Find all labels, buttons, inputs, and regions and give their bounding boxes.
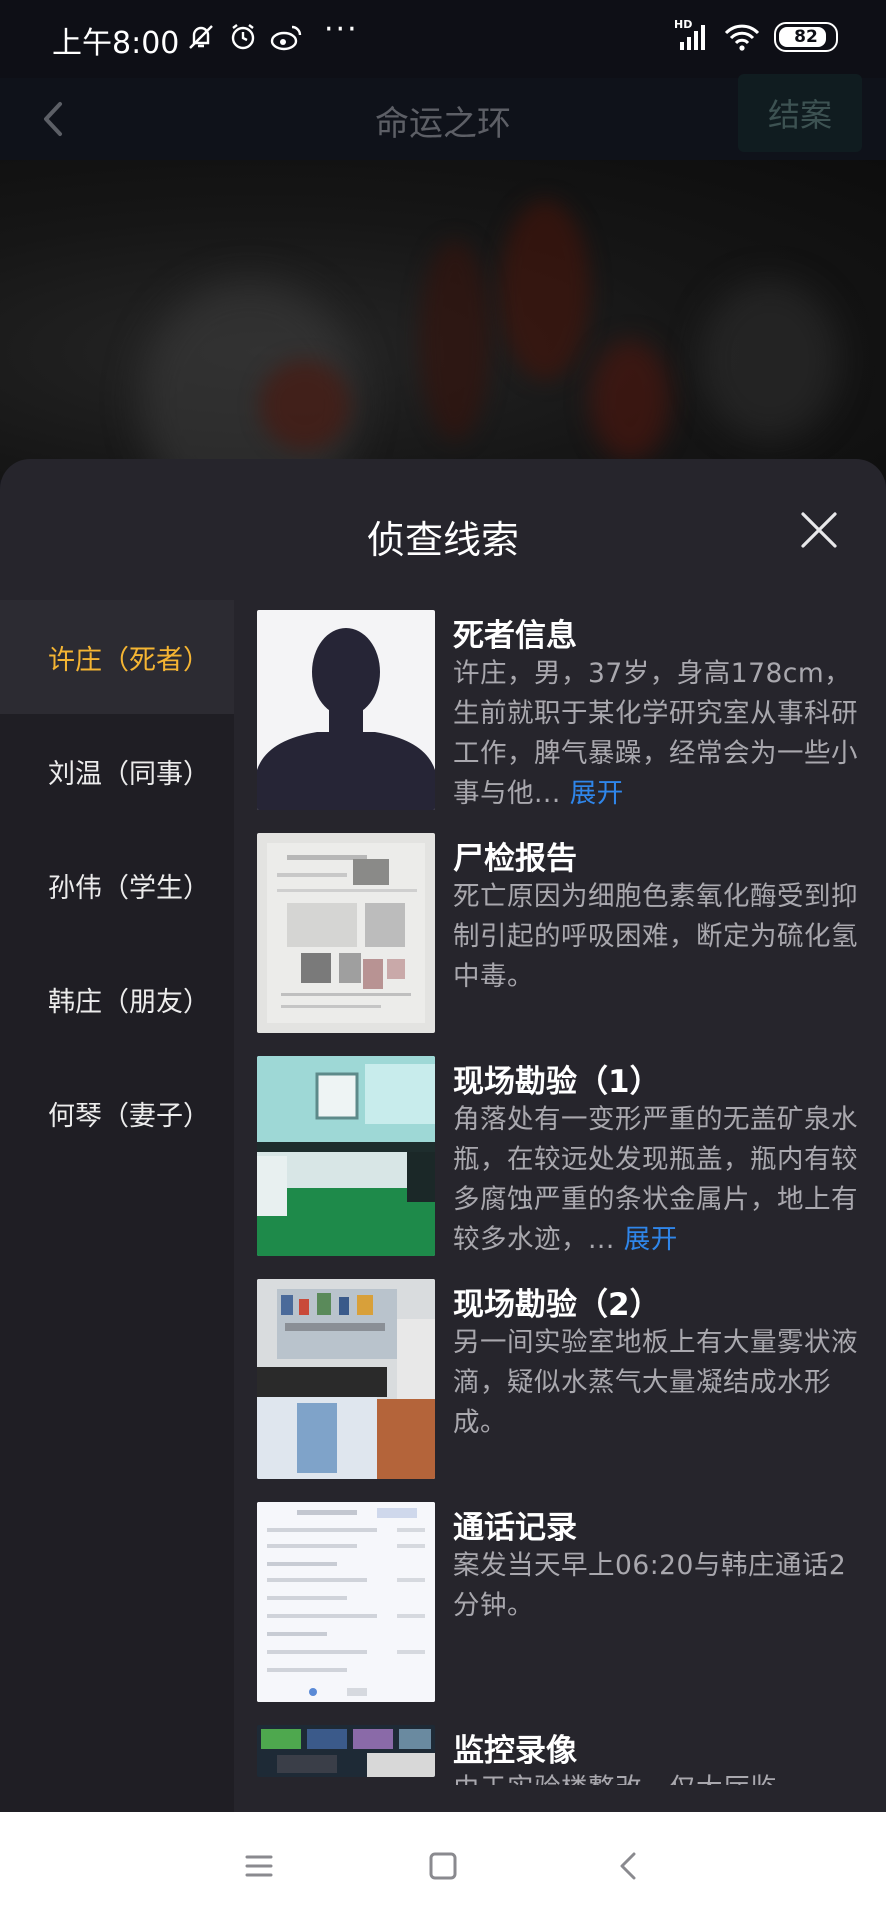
suspect-list: 许庄（死者） 刘温（同事） 孙伟（学生） 韩庄（朋友） 何琴（妻子） — [0, 600, 234, 1812]
lab-scene-image-1 — [257, 1056, 435, 1256]
system-nav-bar — [0, 1812, 886, 1920]
back-triangle-icon[interactable] — [608, 1844, 652, 1888]
clue-item[interactable]: 现场勘验（2） 另一间实验室地板上有大量雾状液滴，疑似水蒸气大量凝结成水形成。 — [257, 1279, 882, 1479]
top-nav: 命运之环 结案 — [0, 74, 886, 160]
suspect-label: 何琴（妻子） — [48, 1100, 210, 1132]
battery-icon: 82 — [774, 22, 838, 52]
home-square-icon[interactable] — [421, 1844, 465, 1888]
more-indicator: ··· — [324, 12, 359, 47]
sheet-title: 侦查线索 — [366, 518, 519, 562]
clue-title: 通话记录 — [453, 1510, 577, 1546]
close-case-button[interactable]: 结案 — [738, 74, 862, 152]
status-bar: 上午8:00 ··· HD 82 — [0, 0, 886, 78]
status-time: 上午8:00 — [52, 26, 180, 61]
victim-silhouette-image — [257, 610, 435, 810]
clue-text: 角落处有一变形严重的无盖矿泉水瓶，在较远处发现瓶盖，瓶内有较多腐蚀严重的条状金属… — [453, 1104, 858, 1255]
clue-item[interactable]: 尸检报告 死亡原因为细胞色素氧化酶受到抑制引起的呼吸困难，断定为硫化氢中毒。 — [257, 833, 882, 1033]
clue-title: 现场勘验（1） — [453, 1064, 661, 1100]
clue-item[interactable]: 监控录像 由于实验楼整改，仅大厅监 — [257, 1725, 882, 1785]
clue-text: 另一间实验室地板上有大量雾状液滴，疑似水蒸气大量凝结成水形成。 — [453, 1327, 858, 1438]
wifi-icon — [724, 24, 760, 51]
clue-item[interactable]: 通话记录 案发当天早上06:20与韩庄通话2分钟。 — [257, 1502, 882, 1702]
clue-title: 监控录像 — [453, 1733, 577, 1769]
clue-title: 尸检报告 — [453, 841, 577, 877]
clue-item[interactable]: 死者信息 许庄，男，37岁，身高178cm，生前就职于某化学研究室从事科研工作，… — [257, 610, 882, 810]
suspect-item-liuwen[interactable]: 刘温（同事） — [0, 714, 234, 828]
battery-level: 82 — [794, 27, 818, 47]
call-record-screenshot-image — [257, 1502, 435, 1702]
clue-text: 死亡原因为细胞色素氧化酶受到抑制引起的呼吸困难，断定为硫化氢中毒。 — [453, 881, 858, 992]
suspect-label: 韩庄（朋友） — [48, 986, 210, 1018]
expand-link[interactable]: 展开 — [624, 1224, 678, 1255]
signal-icon: HD — [674, 18, 710, 52]
autopsy-report-image — [257, 833, 435, 1033]
suspect-label: 刘温（同事） — [48, 758, 210, 790]
clue-title: 死者信息 — [453, 618, 577, 654]
clue-item[interactable]: 现场勘验（1） 角落处有一变形严重的无盖矿泉水瓶，在较远处发现瓶盖，瓶内有较多腐… — [257, 1056, 882, 1256]
lab-scene-image-2 — [257, 1279, 435, 1479]
menu-icon[interactable] — [237, 1844, 281, 1888]
clue-text: 案发当天早上06:20与韩庄通话2分钟。 — [453, 1550, 847, 1621]
suspect-label: 孙伟（学生） — [48, 872, 210, 904]
clue-list: 死者信息 许庄，男，37岁，身高178cm，生前就职于某化学研究室从事科研工作，… — [234, 600, 886, 1812]
suspect-item-hanzhuang[interactable]: 韩庄（朋友） — [0, 942, 234, 1056]
suspect-item-xuzhuang[interactable]: 许庄（死者） — [0, 600, 234, 714]
suspect-label: 许庄（死者） — [48, 644, 210, 676]
suspect-item-sunwei[interactable]: 孙伟（学生） — [0, 828, 234, 942]
close-icon[interactable] — [796, 507, 842, 553]
surveillance-video-image — [257, 1725, 435, 1777]
clue-text: 由于实验楼整改，仅大厅监 — [453, 1769, 873, 1785]
clue-title: 现场勘验（2） — [453, 1287, 661, 1323]
suspect-item-heqin[interactable]: 何琴（妻子） — [0, 1056, 234, 1170]
weibo-icon — [270, 25, 302, 51]
expand-link[interactable]: 展开 — [570, 778, 624, 809]
alarm-icon — [231, 24, 255, 50]
clue-text: 许庄，男，37岁，身高178cm，生前就职于某化学研究室从事科研工作，脾气暴躁，… — [453, 658, 858, 809]
bell-off-icon — [189, 25, 213, 49]
clue-sheet: 侦查线索 许庄（死者） 刘温（同事） 孙伟（学生） 韩庄（朋友） 何琴（妻子） … — [0, 459, 886, 1812]
background-scene-image — [0, 160, 886, 480]
